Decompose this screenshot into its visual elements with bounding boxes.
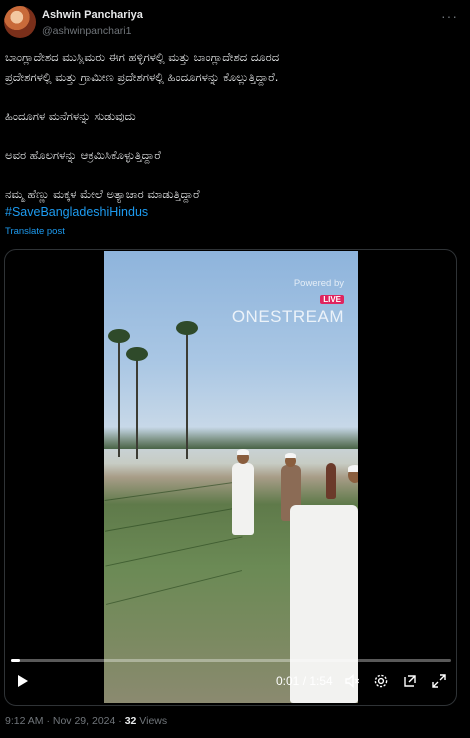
author-name[interactable]: Ashwin Panchariya	[42, 9, 143, 21]
more-options-icon[interactable]: ···	[441, 8, 458, 24]
person-figure	[326, 463, 336, 499]
video-time: 0:01 / 1:54	[276, 674, 333, 688]
post-line: ನಮ್ಮ ಹೆಣ್ಣು ಮಕ್ಕಳ ಮೇಲೆ ಅತ್ಯಾಚಾರ ಮಾಡುತ್ತಿ…	[5, 187, 200, 201]
post-header: Ashwin Panchariya @ashwinpanchari1 ···	[4, 6, 466, 42]
translate-post-link[interactable]: Translate post	[5, 226, 65, 237]
post-text: ಬಾಂಗ್ಲಾದೇಶದ ಮುಸ್ಲಿಮರು ಈಗ ಹಳ್ಳಿಗಳಲ್ಲಿ ಮತ್…	[5, 47, 460, 204]
post-meta: 9:12 AM · Nov 29, 2024 · 32 Views	[5, 715, 168, 727]
fullscreen-icon[interactable]	[428, 670, 450, 692]
video-player[interactable]: Powered by LIVE ONESTREAM 0:01 / 1:54	[4, 249, 457, 706]
person-figure	[232, 463, 254, 535]
hashtag-link[interactable]: #SaveBangladeshiHindus	[5, 205, 148, 219]
views-count: 32	[124, 715, 137, 727]
video-progress-bar[interactable]	[11, 659, 451, 662]
author-handle[interactable]: @ashwinpanchari1	[42, 25, 131, 37]
popout-icon[interactable]	[399, 670, 421, 692]
post-line: ಹಿಂದೂಗಳ ಮನೆಗಳನ್ನು ಸುಡುವುದು	[5, 109, 136, 123]
settings-icon[interactable]	[370, 670, 392, 692]
volume-icon[interactable]	[341, 670, 363, 692]
watermark-powered: Powered by	[293, 278, 344, 289]
avatar[interactable]	[4, 6, 36, 38]
post-line: ಬಾಂಗ್ಲಾದೇಶದ ಮುಸ್ಲಿಮರು ಈಗ ಹಳ್ಳಿಗಳಲ್ಲಿ ಮತ್…	[5, 50, 280, 64]
video-progress-fill	[11, 659, 20, 662]
post-date[interactable]: Nov 29, 2024	[53, 715, 115, 727]
post-line: ಅವರ ಹೊಲಗಳನ್ನು ಆಕ್ರಮಿಸಿಕೊಳ್ಳುತ್ತಿದ್ದಾರೆ	[5, 148, 161, 162]
views-label: Views	[136, 715, 168, 727]
watermark-brand: ONESTREAM	[231, 307, 344, 326]
video-frame[interactable]: Powered by LIVE ONESTREAM	[104, 251, 358, 703]
post-line: ಪ್ರದೇಶಗಳಲ್ಲಿ ಮತ್ತು ಗ್ರಾಮೀಣ ಪ್ರದೇಶಗಳಲ್ಲಿ …	[5, 70, 279, 84]
live-badge: LIVE	[320, 295, 344, 304]
post-time[interactable]: 9:12 AM	[5, 715, 44, 727]
play-icon[interactable]	[11, 670, 33, 692]
video-controls: 0:01 / 1:54	[5, 670, 456, 696]
